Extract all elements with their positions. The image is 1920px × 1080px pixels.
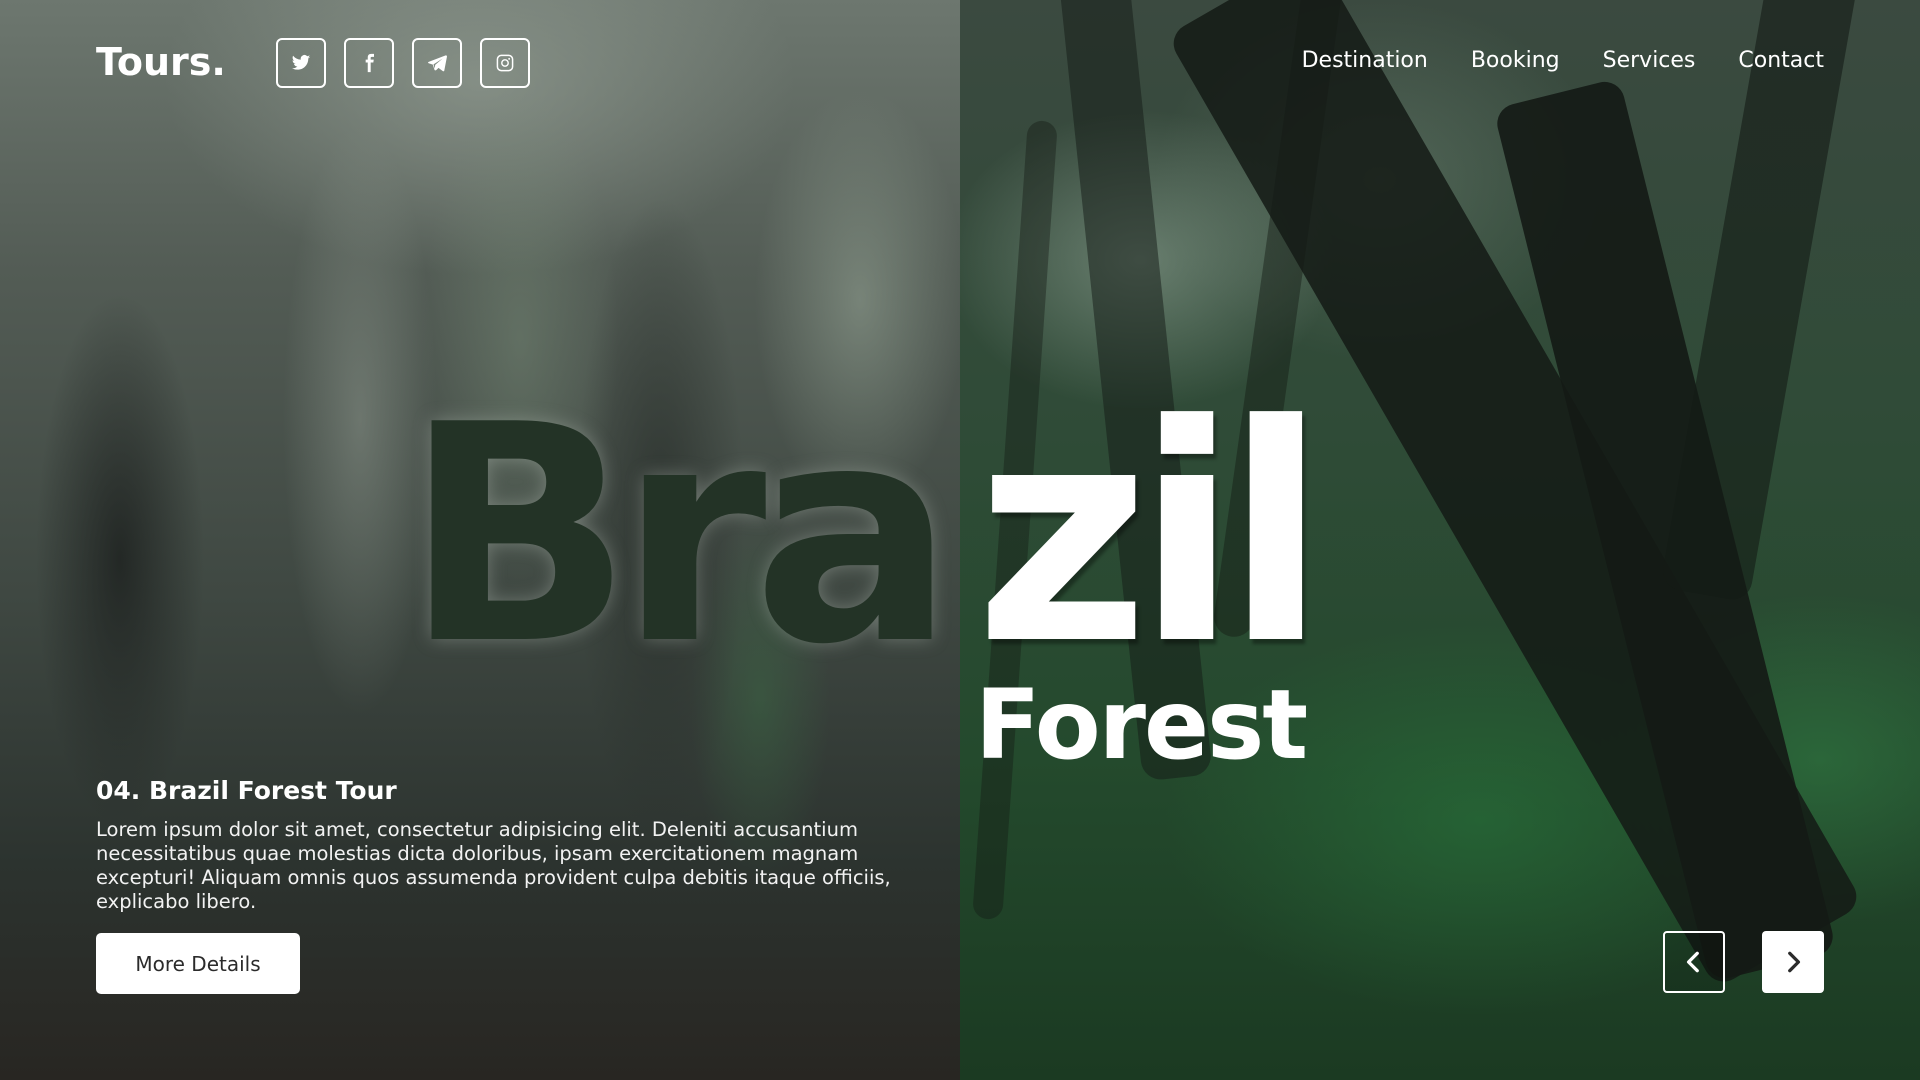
facebook-button[interactable] [344, 38, 394, 88]
instagram-icon [496, 54, 514, 72]
next-slide-button[interactable] [1762, 931, 1824, 993]
telegram-icon [428, 55, 447, 72]
chevron-right-icon [1788, 951, 1801, 973]
hero-subtitle: Forest [975, 669, 1308, 781]
tour-heading: 04. Brazil Forest Tour [96, 776, 397, 805]
previous-slide-button[interactable] [1663, 931, 1725, 993]
more-details-button[interactable]: More Details [96, 933, 300, 994]
instagram-button[interactable] [480, 38, 530, 88]
tour-description: Lorem ipsum dolor sit amet, consectetur … [96, 818, 891, 913]
social-links [276, 38, 530, 88]
facebook-icon [365, 53, 374, 73]
hero-title-left: Bra [404, 392, 955, 680]
twitter-button[interactable] [276, 38, 326, 88]
twitter-icon [291, 55, 311, 70]
telegram-button[interactable] [412, 38, 462, 88]
chevron-left-icon [1686, 951, 1699, 973]
nav-destination[interactable]: Destination [1302, 48, 1428, 73]
hero-title-right: zil [975, 361, 1327, 710]
main-nav: Destination Booking Services Contact [1302, 48, 1824, 73]
nav-booking[interactable]: Booking [1471, 48, 1560, 73]
nav-services[interactable]: Services [1603, 48, 1696, 73]
nav-contact[interactable]: Contact [1738, 48, 1824, 73]
logo[interactable]: Tours. [96, 40, 226, 84]
